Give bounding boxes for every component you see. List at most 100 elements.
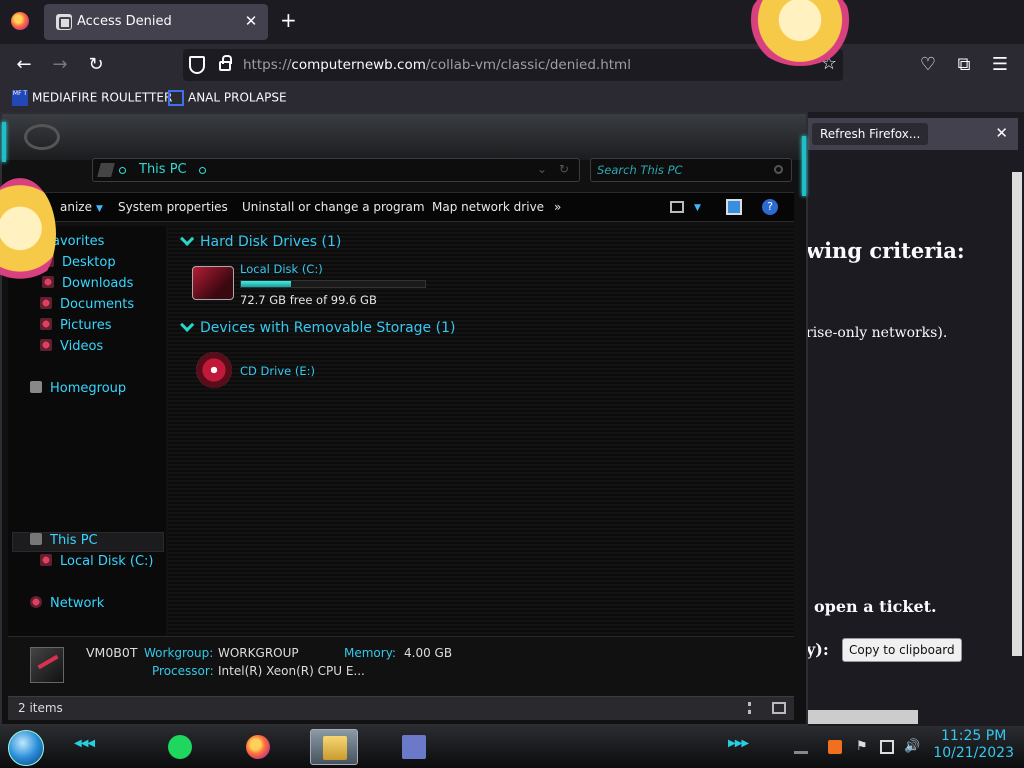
firefox-logo-icon[interactable] (11, 12, 29, 30)
system-clock[interactable]: 11:25 PM 10/21/2023 (933, 728, 1014, 762)
this-pc-icon (30, 533, 42, 545)
nav-item-favorites[interactable]: avorites (52, 234, 104, 254)
uninstall-program-button[interactable]: Uninstall or change a program (242, 200, 425, 214)
bookmarks-toolbar: MF T MEDIAFIRE ROULETTER ANAL PROLAPSE (0, 86, 1024, 112)
url-bar[interactable]: https://computernewb.com/collab-vm/class… (183, 49, 843, 81)
pocket-icon[interactable]: ♡ (916, 53, 940, 77)
browser-tab-active[interactable]: Access Denied ✕ (44, 4, 268, 40)
taskbar-button-firefox[interactable] (234, 729, 282, 765)
memory-value: 4.00 GB (404, 646, 453, 660)
notification-close-icon[interactable]: ✕ (995, 124, 1008, 142)
address-separator-icon (119, 167, 126, 174)
explorer-address-bar[interactable]: This PC ⌄ ↻ (92, 158, 580, 182)
window-trim-right (802, 136, 806, 196)
firefox-icon (246, 735, 270, 759)
tab-close-icon[interactable]: ✕ (242, 12, 260, 30)
address-dropdown-dot-icon[interactable] (199, 167, 206, 174)
group-header-hard-disk[interactable]: Hard Disk Drives (1) (180, 231, 341, 250)
hamburger-menu-icon[interactable]: ☰ (988, 53, 1012, 77)
taskbar-button-explorer[interactable] (310, 729, 358, 765)
new-tab-button[interactable]: + (280, 10, 297, 30)
address-text[interactable]: This PC (139, 162, 187, 177)
collapse-chevron-icon[interactable] (180, 231, 195, 246)
desktop-screen: Access Denied ✕ + ← → ↻ https://computer… (0, 0, 1024, 768)
tracking-shield-icon[interactable] (189, 56, 205, 74)
system-properties-button[interactable]: System properties (118, 200, 228, 214)
taskbar-ornament-icon: ▶▶▶ (728, 738, 749, 749)
nav-item-homegroup[interactable]: Homegroup (30, 381, 126, 401)
address-dropdown-chevron-icon[interactable]: ⌄ (537, 162, 547, 176)
nav-item-local-disk[interactable]: Local Disk (C:) (40, 554, 153, 574)
copy-to-clipboard-button[interactable]: Copy to clipboard (842, 638, 962, 662)
forward-arrow-icon[interactable]: → (48, 53, 72, 77)
view-dropdown-icon[interactable]: ▼ (694, 203, 701, 213)
page-scrollbar-thumb[interactable] (1012, 172, 1022, 656)
more-commands-button[interactable]: » (554, 200, 561, 214)
window-app-icon (402, 735, 426, 759)
refresh-firefox-button[interactable]: Refresh Firefox... (812, 123, 929, 145)
nav-item-downloads[interactable]: Downloads (42, 276, 133, 296)
nav-item-pictures[interactable]: Pictures (40, 318, 111, 338)
page-heading-fragment: wing criteria: (806, 238, 965, 263)
network-tray-icon[interactable] (880, 740, 894, 754)
status-bar: 2 items (8, 696, 794, 720)
nav-item-videos[interactable]: Videos (40, 339, 103, 359)
help-icon[interactable]: ? (762, 199, 778, 215)
show-hidden-icons-icon[interactable] (794, 740, 808, 754)
page-key-label: y): (806, 640, 829, 659)
action-center-flag-icon[interactable]: ⚑ (856, 740, 870, 754)
page-ticket-text: open a ticket. (814, 597, 937, 616)
taskbar-ornament-icon: ◀◀◀ (74, 738, 95, 749)
item-count: 2 items (18, 701, 63, 715)
file-explorer-icon (323, 736, 347, 760)
java-tray-icon[interactable] (828, 740, 842, 754)
start-button-icon[interactable] (8, 730, 44, 766)
browser-tab-bar: Access Denied ✕ + (0, 0, 1024, 44)
back-arrow-icon[interactable]: ← (12, 53, 36, 77)
nav-item-documents[interactable]: Documents (40, 297, 134, 317)
group-header-removable[interactable]: Devices with Removable Storage (1) (180, 317, 455, 336)
nav-item-network[interactable]: Network (30, 596, 104, 616)
taskbar-button-window[interactable] (390, 729, 438, 765)
url-text[interactable]: https://computernewb.com/collab-vm/class… (243, 57, 631, 73)
page-scrollbar[interactable] (1008, 158, 1024, 714)
details-pane: VM0B0T Workgroup: WORKGROUP Memory: 4.00… (8, 636, 794, 694)
page-horizontal-scrollbar[interactable] (806, 710, 918, 724)
details-view-icon[interactable] (748, 702, 762, 714)
change-view-icon[interactable] (670, 201, 684, 213)
volume-icon[interactable]: 🔊 (904, 740, 920, 754)
explorer-content-pane: Hard Disk Drives (1) Local Disk (C:) 72.… (168, 226, 794, 636)
preview-pane-icon[interactable] (726, 199, 742, 215)
extensions-puzzle-icon[interactable]: ⧉ (952, 53, 976, 77)
nav-item-this-pc[interactable]: This PC (30, 533, 98, 553)
explorer-title-bar[interactable] (2, 114, 806, 160)
nav-item-desktop[interactable]: Desktop (42, 255, 116, 275)
hard-disk-icon[interactable] (192, 266, 234, 300)
network-icon (30, 596, 42, 608)
taskbar-button-notes[interactable] (156, 729, 204, 765)
bookmark-item-anal-prolapse[interactable]: ANAL PROLAPSE (168, 90, 287, 108)
organize-button[interactable]: anize ▼ (60, 200, 103, 214)
browser-nav-bar: ← → ↻ https://computernewb.com/collab-vm… (0, 44, 1024, 86)
lock-icon[interactable] (219, 55, 232, 71)
collapse-chevron-icon[interactable] (180, 317, 195, 332)
tab-favicon-icon (56, 14, 72, 30)
reload-icon[interactable]: ↻ (84, 53, 108, 77)
navigation-pane: avorites Desktop Downloads Documents Pic… (8, 226, 166, 636)
address-refresh-icon[interactable]: ↻ (559, 162, 569, 176)
homegroup-icon (30, 381, 42, 393)
memory-label: Memory: (344, 646, 396, 660)
search-icon[interactable] (774, 165, 783, 174)
bookmark-item-mediafire[interactable]: MF T MEDIAFIRE ROULETTER (12, 90, 172, 108)
cd-drive-icon[interactable] (196, 352, 232, 388)
local-disk-icon (40, 554, 52, 566)
explorer-command-bar: anize ▼ System properties Uninstall or ch… (8, 192, 794, 222)
local-disk-label[interactable]: Local Disk (C:) (240, 262, 323, 276)
map-network-drive-button[interactable]: Map network drive (432, 200, 544, 214)
explorer-search-input[interactable]: Search This PC (590, 158, 792, 182)
cd-drive-label[interactable]: CD Drive (E:) (240, 364, 315, 378)
large-icons-view-icon[interactable] (772, 702, 786, 714)
tab-title: Access Denied (77, 14, 172, 29)
explorer-nav-ring-icon[interactable] (24, 124, 60, 150)
notification-bar: Refresh Firefox... ✕ (806, 118, 1018, 150)
